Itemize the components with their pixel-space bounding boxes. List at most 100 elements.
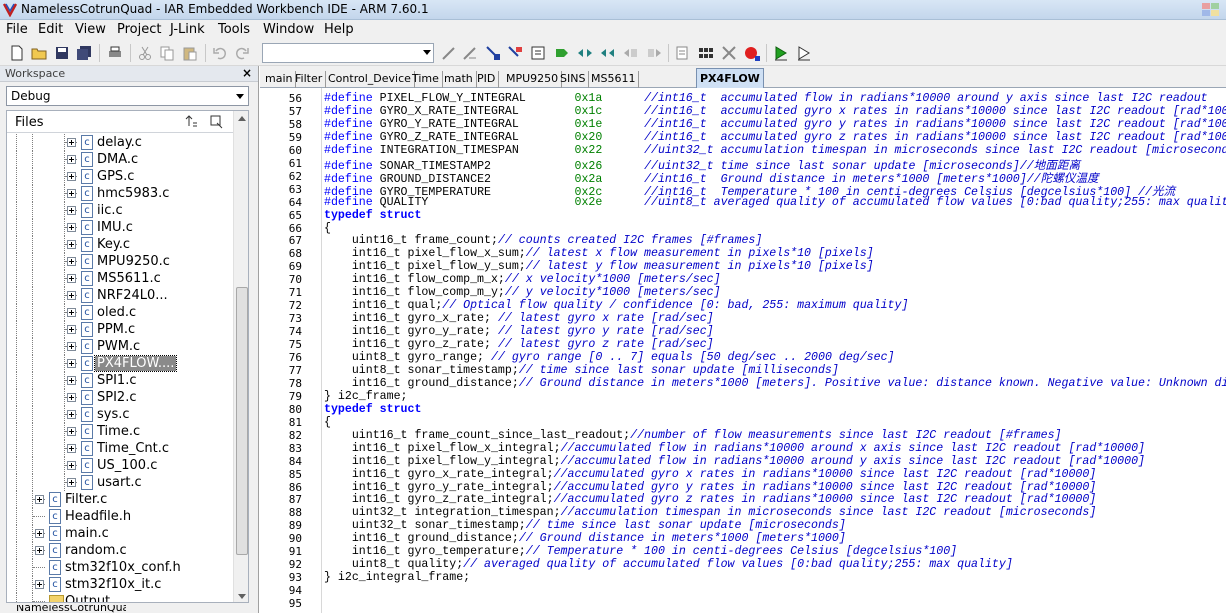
menu-file[interactable]: File [6,22,28,37]
code-line[interactable]: typedef struct [324,209,421,222]
debug-without-download-icon[interactable] [795,44,813,62]
expand-icon[interactable] [67,376,76,385]
menu-help[interactable]: Help [324,22,354,37]
menu-edit[interactable]: Edit [38,22,63,37]
code-line[interactable]: int16_t pixel_flow_x_integral;//accumula… [324,442,1145,455]
scroll-up-icon[interactable] [238,116,246,121]
print-icon[interactable] [106,44,124,62]
code-line[interactable]: int16_t gyro_z_rate_integral;//accumulat… [324,493,1096,506]
expand-icon[interactable] [67,138,76,147]
code-line[interactable]: int16_t ground_distance;// Ground distan… [324,532,846,545]
code-line[interactable]: int16_t pixel_flow_x_sum;// latest x flo… [324,247,874,260]
expand-icon[interactable] [67,444,76,453]
expand-icon[interactable] [67,308,76,317]
file-tree-item[interactable]: c IMU.c [7,219,233,236]
expand-icon[interactable] [67,155,76,164]
undo-icon[interactable] [211,44,229,62]
code-line[interactable]: int16_t qual;// Optical flow quality / c… [324,299,909,312]
expand-icon[interactable] [67,257,76,266]
file-tree-item[interactable]: c PPM.c [7,321,233,338]
code-line[interactable]: uint8_t quality;// averaged quality of a… [324,558,1013,571]
code-line[interactable]: #define PIXEL_FLOW_Y_INTEGRAL 0x1a //int… [324,92,1208,105]
tab-pid[interactable]: PID [474,71,500,88]
open-folder-icon[interactable] [30,44,48,62]
code-line[interactable]: int16_t flow_comp_m_x;// x velocity*1000… [324,273,721,286]
code-line[interactable]: #define INTEGRATION_TIMESPAN 0x22 //uint… [324,144,1226,157]
code-line[interactable]: typedef struct [324,403,421,416]
expand-icon[interactable] [67,325,76,334]
scrollbar-thumb[interactable] [236,287,248,555]
navigate-disabled-icon[interactable] [645,44,663,62]
file-tree-item[interactable]: c Filter.c [7,491,233,508]
file-tree-item[interactable]: c MS5611.c [7,270,233,287]
copy-icon[interactable] [158,44,176,62]
file-tree-item[interactable]: c PX4FLOW.... [7,355,233,372]
file-tree-item[interactable]: c US_100.c [7,457,233,474]
scroll-down-icon[interactable] [238,594,246,599]
stop-build-icon[interactable] [720,44,738,62]
file-tree-item[interactable]: c oled.c [7,304,233,321]
file-tree-item[interactable]: c Time_Cnt.c [7,440,233,457]
navigate-backward-icon[interactable] [622,44,640,62]
toolbar-search-combo[interactable] [262,43,434,63]
file-tree-item[interactable]: c SPI2.c [7,389,233,406]
code-line[interactable]: uint32_t sonar_timestamp;// time since l… [324,519,846,532]
file-tree-item[interactable]: c MPU9250.c [7,253,233,270]
expand-icon[interactable] [67,274,76,283]
code-line[interactable]: uint8_t gyro_range; // gyro range [0 .. … [324,351,895,364]
chevron-down-icon[interactable] [423,50,431,55]
code-line[interactable]: uint32_t integration_timespan;//accumula… [324,506,1096,519]
tab-px4flow[interactable]: PX4FLOW [696,68,764,88]
configuration-select[interactable]: Debug [6,86,249,106]
go-to-icon[interactable] [484,44,502,62]
menu-tools[interactable]: Tools [218,22,250,37]
file-tree-item[interactable]: c DMA.c [7,151,233,168]
new-file-icon[interactable] [8,44,26,62]
tab-time[interactable]: Time [409,71,443,88]
expand-icon[interactable] [67,461,76,470]
expand-icon[interactable] [35,580,44,589]
expand-icon[interactable] [35,529,44,538]
code-line[interactable]: int16_t pixel_flow_y_sum;// latest y flo… [324,260,874,273]
expand-icon[interactable] [67,427,76,436]
file-tree-item[interactable]: c GPS.c [7,168,233,185]
code-line[interactable]: int16_t gyro_z_rate; // latest gyro z ra… [324,338,714,351]
code-line[interactable]: int16_t flow_comp_m_y;// y velocity*1000… [324,286,721,299]
file-tree-item[interactable]: c sys.c [7,406,233,423]
expand-icon[interactable] [67,189,76,198]
save-icon[interactable] [53,44,71,62]
download-and-debug-icon[interactable] [772,44,790,62]
file-tree-item[interactable]: c delay.c [7,134,233,151]
workspace-scrollbar[interactable] [233,111,248,602]
code-line[interactable]: int16_t gyro_x_rate; // latest gyro x ra… [324,312,714,325]
expand-icon[interactable] [67,342,76,351]
tab-control_device[interactable]: Control_Device [325,71,415,88]
code-line[interactable]: { [324,416,331,429]
tab-filter[interactable]: Filter [292,71,327,88]
options-icon[interactable] [209,114,225,130]
menu-view[interactable]: View [75,22,106,37]
file-tree-item[interactable]: c main.c [7,525,233,542]
code-line[interactable]: int16_t gyro_y_rate; // latest gyro y ra… [324,325,714,338]
expand-icon[interactable] [35,495,44,504]
paste-icon[interactable] [181,44,199,62]
tab-mpu9250[interactable]: MPU9250 [503,71,563,88]
file-tree-item[interactable]: c SPI1.c [7,372,233,389]
code-editor[interactable]: 56 57 58 59 60 61 62 63 64 65 66 67 68 69 70 71 72 73 74 75… [260,88,1226,613]
close-icon[interactable]: × [242,66,252,80]
compile-icon[interactable] [674,44,692,62]
toggle-breakpoint-icon[interactable] [743,44,761,62]
file-tree-item[interactable]: c usart.c [7,474,233,491]
redo-icon[interactable] [233,44,251,62]
navigate-back-icon[interactable] [576,44,594,62]
code-line[interactable]: uint16_t frame_count_since_last_readout;… [324,429,1062,442]
code-line[interactable]: int16_t gyro_y_rate_integral;//accumulat… [324,481,1096,494]
navigate-forward-icon[interactable] [599,44,617,62]
tab-sins[interactable]: SINS [557,71,590,88]
tab-ms5611[interactable]: MS5611 [588,71,640,88]
code-line[interactable]: int16_t pixel_flow_y_integral;//accumula… [324,455,1145,468]
file-tree-item[interactable]: c hmc5983.c [7,185,233,202]
find-in-files-icon[interactable] [506,44,524,62]
file-tree-item[interactable]: c Key.c [7,236,233,253]
file-tree-item[interactable]: c PWM.c [7,338,233,355]
